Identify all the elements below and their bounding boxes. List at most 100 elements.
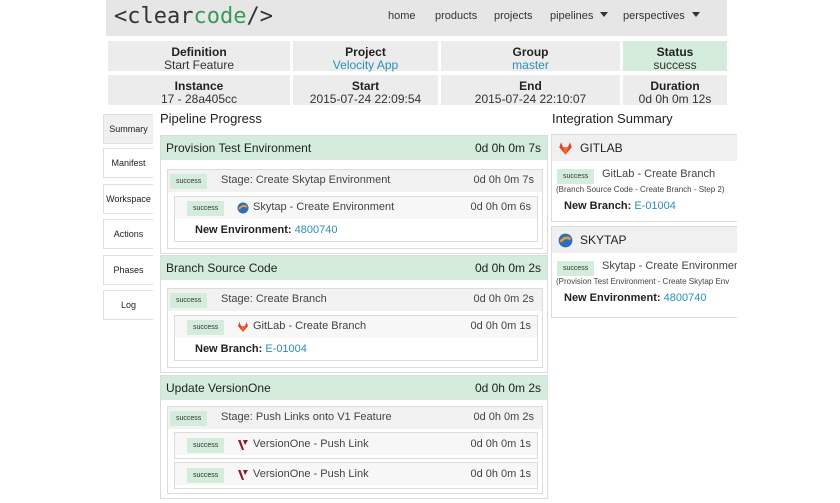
status-badge: success — [170, 293, 208, 308]
stage-duration: 0d 0h 0m 2s — [473, 293, 534, 305]
versionone-icon — [238, 440, 248, 450]
info-end: End 2015-07-24 22:10:07 — [441, 75, 620, 106]
tab-log[interactable]: Log — [103, 290, 153, 320]
phase-update-versionone: Update VersionOne 0d 0h 0m 2s success St… — [160, 375, 548, 499]
status-badge: success — [187, 320, 225, 335]
status-badge: success — [557, 169, 595, 184]
result-new-environment: New Environment: 4800740 — [195, 224, 337, 236]
integration-name: SKYTAP — [580, 233, 627, 247]
step-title: Skytap - Create Environment — [253, 201, 395, 213]
stage-row[interactable]: success Stage: Create Skytap Environment… — [168, 170, 542, 192]
nav-pipelines[interactable]: pipelines — [550, 10, 609, 22]
versionone-icon — [238, 470, 248, 480]
step-box: success Skytap - Create Environment 0d 0… — [174, 196, 538, 242]
integration-header[interactable]: SKYTAP — [552, 227, 737, 253]
phase-title: Branch Source Code — [166, 261, 278, 275]
nav-products[interactable]: products — [435, 10, 477, 22]
integration-context: (Branch Source Code - Create Branch - St… — [556, 185, 725, 194]
stage-box: success Stage: Create Branch 0d 0h 0m 2s… — [167, 288, 543, 368]
nav-perspectives[interactable]: perspectives — [623, 10, 700, 22]
step-row[interactable]: success Skytap - Create Environment 0d 0… — [175, 197, 537, 219]
skytap-icon — [237, 202, 249, 214]
step-row[interactable]: success VersionOne - Push Link 0d 0h 0m … — [175, 433, 537, 455]
info-start: Start 2015-07-24 22:09:54 — [293, 75, 438, 106]
info-project: Project Velocity App — [293, 41, 438, 72]
integration-summary-heading: Integration Summary — [552, 111, 673, 126]
stage-title: Stage: Push Links onto V1 Feature — [221, 411, 392, 423]
info-value: 17 - 28a405cc — [160, 92, 238, 106]
chevron-down-icon — [600, 12, 609, 17]
phase-provision-test-environment: Provision Test Environment 0d 0h 0m 7s s… — [160, 135, 548, 254]
stage-title: Stage: Create Branch — [221, 293, 327, 305]
environment-link[interactable]: 4800740 — [664, 292, 707, 304]
step-box: success GitLab - Create Branch 0d 0h 0m … — [174, 315, 538, 361]
status-badge: success — [187, 201, 225, 216]
step-duration: 0d 0h 0m 1s — [470, 320, 531, 332]
step-duration: 0d 0h 0m 6s — [470, 201, 531, 213]
step-row[interactable]: success GitLab - Create Branch 0d 0h 0m … — [175, 316, 537, 338]
integration-gitlab: GITLAB success GitLab - Create Branch (B… — [551, 134, 737, 222]
info-value: 0d 0h 0m 12s — [638, 92, 712, 106]
phase-title: Provision Test Environment — [166, 141, 312, 155]
tab-manifest[interactable]: Manifest — [103, 148, 153, 178]
gitlab-icon — [559, 142, 572, 155]
phase-header[interactable]: Branch Source Code 0d 0h 0m 2s — [161, 256, 547, 280]
logo-text-open: <clear — [114, 4, 194, 29]
integration-context: (Provision Test Environment - Create Sky… — [556, 277, 730, 286]
phase-branch-source-code: Branch Source Code 0d 0h 0m 2s success S… — [160, 255, 548, 373]
stage-duration: 0d 0h 0m 7s — [473, 174, 534, 186]
step-title: VersionOne - Push Link — [253, 438, 369, 450]
result-key: New Branch: — [564, 200, 632, 212]
integration-result: New Environment: 4800740 — [564, 292, 706, 304]
stage-row[interactable]: success Stage: Create Branch 0d 0h 0m 2s — [168, 289, 542, 311]
chevron-down-icon — [691, 12, 700, 17]
info-value: 2015-07-24 22:09:54 — [309, 92, 422, 106]
tab-phases[interactable]: Phases — [103, 255, 153, 285]
info-value: 2015-07-24 22:10:07 — [474, 92, 587, 106]
logo[interactable]: <clearcode/> — [114, 4, 273, 29]
group-link[interactable]: master — [441, 59, 620, 72]
environment-link[interactable]: 4800740 — [295, 224, 338, 236]
skytap-icon — [558, 233, 573, 248]
step-box: success VersionOne - Push Link 0d 0h 0m … — [174, 432, 538, 459]
branch-link[interactable]: E-01004 — [265, 343, 307, 355]
status-value: success — [653, 58, 697, 72]
info-duration: Duration 0d 0h 0m 12s — [623, 75, 727, 106]
status-badge: success — [187, 468, 225, 483]
project-link[interactable]: Velocity App — [293, 59, 438, 72]
integration-step-title: GitLab - Create Branch — [602, 168, 716, 180]
tab-summary[interactable]: Summary — [103, 114, 153, 144]
logo-text-accent: code — [193, 4, 247, 29]
info-group: Group master — [441, 41, 620, 72]
nav-pipelines-label: pipelines — [550, 10, 594, 22]
phase-duration: 0d 0h 0m 7s — [474, 141, 541, 155]
integration-result: New Branch: E-01004 — [564, 200, 676, 212]
gitlab-icon — [238, 322, 248, 332]
status-badge: success — [170, 174, 208, 189]
result-key: New Environment: — [564, 292, 661, 304]
stage-box: success Stage: Push Links onto V1 Featur… — [167, 406, 543, 494]
step-row[interactable]: success VersionOne - Push Link 0d 0h 0m … — [175, 463, 537, 485]
nav-home[interactable]: home — [388, 10, 416, 22]
integration-step-title: Skytap - Create Environment — [602, 260, 737, 272]
status-badge: success — [170, 411, 208, 426]
result-key: New Branch: — [195, 343, 263, 355]
step-duration: 0d 0h 0m 1s — [470, 438, 531, 450]
integration-header[interactable]: GITLAB — [552, 135, 737, 161]
step-title: GitLab - Create Branch — [253, 320, 367, 332]
nav-projects[interactable]: projects — [494, 10, 533, 22]
tab-workspace[interactable]: Workspace — [103, 184, 153, 214]
branch-link[interactable]: E-01004 — [634, 200, 676, 212]
phase-header[interactable]: Provision Test Environment 0d 0h 0m 7s — [161, 136, 547, 160]
info-value: Start Feature — [163, 58, 235, 72]
phase-header[interactable]: Update VersionOne 0d 0h 0m 2s — [161, 376, 547, 400]
nav-perspectives-label: perspectives — [623, 10, 685, 22]
status-badge: success — [557, 261, 595, 276]
stage-box: success Stage: Create Skytap Environment… — [167, 169, 543, 249]
stage-row[interactable]: success Stage: Push Links onto V1 Featur… — [168, 407, 542, 429]
logo-text-close: /> — [246, 4, 273, 29]
tab-actions[interactable]: Actions — [103, 219, 153, 249]
info-status: Status success — [623, 41, 727, 72]
pipeline-progress-heading: Pipeline Progress — [160, 111, 262, 126]
phase-duration: 0d 0h 0m 2s — [474, 261, 541, 275]
